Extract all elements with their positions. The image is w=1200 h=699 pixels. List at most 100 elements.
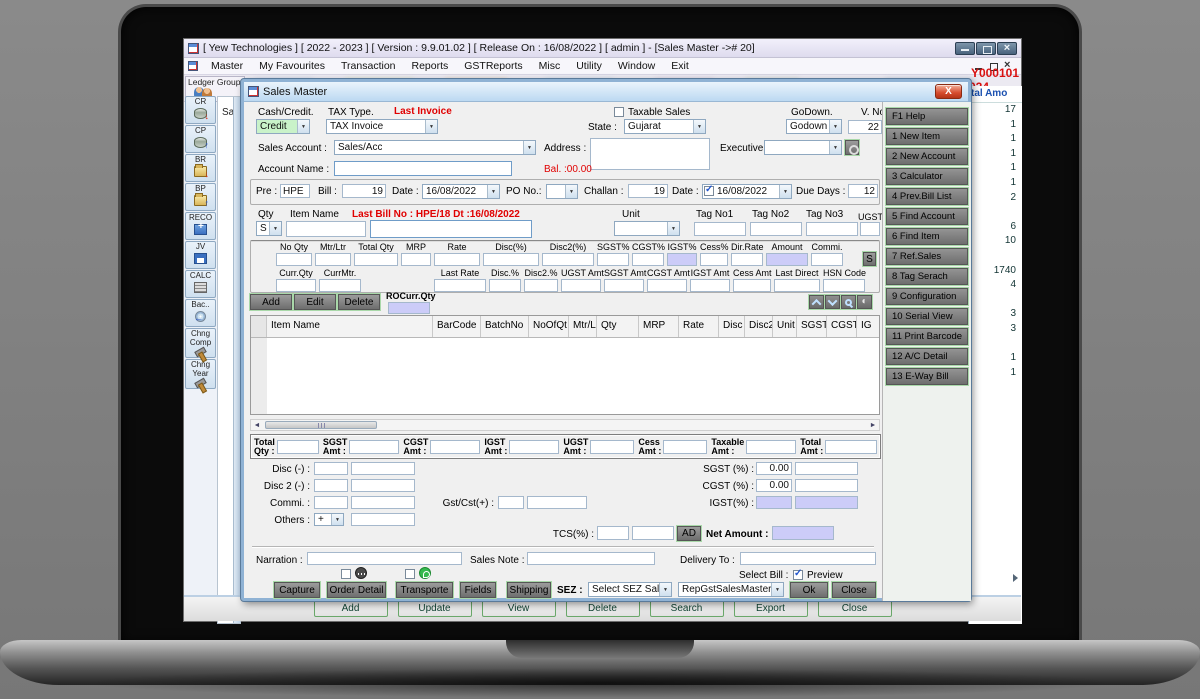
- menu-item[interactable]: Utility: [569, 59, 609, 73]
- dialog-close-icon[interactable]: X: [935, 84, 962, 99]
- entry-calc-field[interactable]: [276, 279, 316, 292]
- total-value-field[interactable]: [825, 439, 878, 454]
- gst-cst-amt-input[interactable]: [527, 496, 587, 509]
- item-grid-column-header[interactable]: Mtr/L: [569, 316, 597, 337]
- scroll-thumb[interactable]: [265, 421, 377, 429]
- sidebar-item-br[interactable]: BR: [185, 154, 216, 182]
- total-value-field[interactable]: [509, 439, 560, 454]
- sidebar-item-bp[interactable]: BP: [185, 183, 216, 211]
- amount-grid-row[interactable]: [969, 249, 1022, 264]
- sgst-amt-input[interactable]: [795, 462, 858, 475]
- qty-input[interactable]: [286, 221, 366, 237]
- grid-scroll-right-icon[interactable]: [1013, 574, 1018, 582]
- sales-note-input[interactable]: [527, 552, 655, 565]
- account-name-input[interactable]: [334, 161, 512, 176]
- entry-calc-field[interactable]: [604, 279, 644, 292]
- amount-grid-row[interactable]: [969, 293, 1022, 308]
- entry-input[interactable]: [766, 253, 808, 266]
- entry-input[interactable]: [354, 253, 398, 266]
- background-action-button[interactable]: Add: [313, 600, 388, 617]
- igst-pct-field[interactable]: [756, 496, 792, 509]
- entry-calc-field[interactable]: [774, 279, 820, 292]
- shortcut-button[interactable]: 5 Find Account: [886, 208, 968, 225]
- whatsapp-checkbox[interactable]: [405, 569, 415, 579]
- entry-input[interactable]: [434, 253, 480, 266]
- background-action-button[interactable]: Export: [733, 600, 808, 617]
- disc-pct-input[interactable]: [314, 462, 348, 475]
- amount-grid-row[interactable]: 1: [969, 132, 1022, 147]
- capture-button[interactable]: Capture: [274, 582, 320, 598]
- amount-grid-row[interactable]: 1: [969, 366, 1022, 381]
- shortcut-button[interactable]: 1 New Item: [886, 128, 968, 145]
- taxable-sales-checkbox[interactable]: [614, 107, 624, 117]
- amount-grid-row[interactable]: 1: [969, 147, 1022, 162]
- menu-item[interactable]: Reports: [405, 59, 456, 73]
- serial-button[interactable]: S: [863, 252, 876, 266]
- shortcut-button[interactable]: 9 Configuration: [886, 288, 968, 305]
- background-action-button[interactable]: Search: [649, 600, 724, 617]
- menu-item[interactable]: Master: [204, 59, 250, 73]
- entry-input[interactable]: [667, 253, 697, 266]
- tcs-amt-input[interactable]: [632, 526, 674, 540]
- amount-grid-row[interactable]: 4: [969, 278, 1022, 293]
- shortcut-button[interactable]: 11 Print Barcode: [886, 328, 968, 345]
- total-value-field[interactable]: [430, 439, 481, 454]
- entry-input[interactable]: [700, 253, 728, 266]
- entry-input[interactable]: [483, 253, 539, 266]
- disc2-pct-input[interactable]: [314, 479, 348, 492]
- others-op-select[interactable]: +: [314, 513, 344, 526]
- amount-grid-row[interactable]: 6: [969, 220, 1022, 235]
- net-amount-field[interactable]: [772, 526, 834, 540]
- others-amt-input[interactable]: [351, 513, 415, 526]
- edit-button[interactable]: Edit: [294, 294, 336, 310]
- fields-button[interactable]: Fields: [460, 582, 496, 598]
- entry-calc-field[interactable]: [561, 279, 601, 292]
- item-grid-body[interactable]: [251, 338, 879, 414]
- gst-cst-pct-input[interactable]: [498, 496, 524, 509]
- cash-credit-select[interactable]: Credit: [256, 119, 310, 134]
- tax-type-select[interactable]: TAX Invoice: [326, 119, 438, 134]
- voucher-no-input[interactable]: [848, 120, 882, 134]
- challan-date-checkbox[interactable]: [704, 184, 714, 196]
- entry-input[interactable]: [542, 253, 594, 266]
- background-action-button[interactable]: Update: [397, 600, 472, 617]
- background-action-button[interactable]: Delete: [565, 600, 640, 617]
- qty-mode-select[interactable]: S: [256, 221, 282, 236]
- entry-calc-field[interactable]: [489, 279, 521, 292]
- prefix-input[interactable]: [280, 184, 310, 198]
- cgst-pct-input[interactable]: [756, 479, 792, 492]
- background-action-button[interactable]: View: [481, 600, 556, 617]
- zoom-search-icon[interactable]: [841, 295, 856, 309]
- item-name-input[interactable]: [370, 220, 532, 238]
- sidebar-item-cp[interactable]: CP: [185, 125, 216, 153]
- shortcut-button[interactable]: 12 A/C Detail: [886, 348, 968, 365]
- entry-calc-field[interactable]: [524, 279, 558, 292]
- sez-select[interactable]: Select SEZ Sales: [588, 582, 672, 597]
- amount-grid-row[interactable]: [969, 205, 1022, 220]
- item-grid-column-header[interactable]: Qty: [597, 316, 639, 337]
- preview-checkbox[interactable]: [793, 568, 803, 580]
- minimize-icon[interactable]: [955, 41, 975, 55]
- shortcut-button[interactable]: 13 E-Way Bill: [886, 368, 968, 385]
- total-value-field[interactable]: [276, 439, 319, 454]
- add-button[interactable]: Add: [250, 294, 292, 310]
- scroll-left-icon[interactable]: [251, 420, 263, 430]
- shipping-button[interactable]: Shipping: [507, 582, 551, 598]
- ad-button[interactable]: AD: [677, 526, 701, 541]
- move-down-icon[interactable]: [825, 295, 840, 309]
- amount-grid-row[interactable]: 1: [969, 118, 1022, 133]
- state-select[interactable]: Gujarat: [624, 119, 706, 134]
- menu-item[interactable]: Exit: [664, 59, 696, 73]
- sidebar-item-calc[interactable]: CALC: [185, 270, 216, 298]
- executive-select[interactable]: [764, 140, 842, 155]
- shortcut-button[interactable]: 10 Serial View: [886, 308, 968, 325]
- due-days-input[interactable]: [848, 184, 878, 198]
- tcs-pct-input[interactable]: [597, 526, 629, 540]
- godown-select[interactable]: Godown: [786, 119, 842, 134]
- scroll-right-icon[interactable]: [867, 420, 879, 430]
- amount-grid-row[interactable]: 3: [969, 307, 1022, 322]
- narration-input[interactable]: [307, 552, 462, 565]
- executive-settings-icon[interactable]: [845, 140, 859, 155]
- unit-select[interactable]: [614, 221, 680, 236]
- shortcut-button[interactable]: 8 Tag Serach: [886, 268, 968, 285]
